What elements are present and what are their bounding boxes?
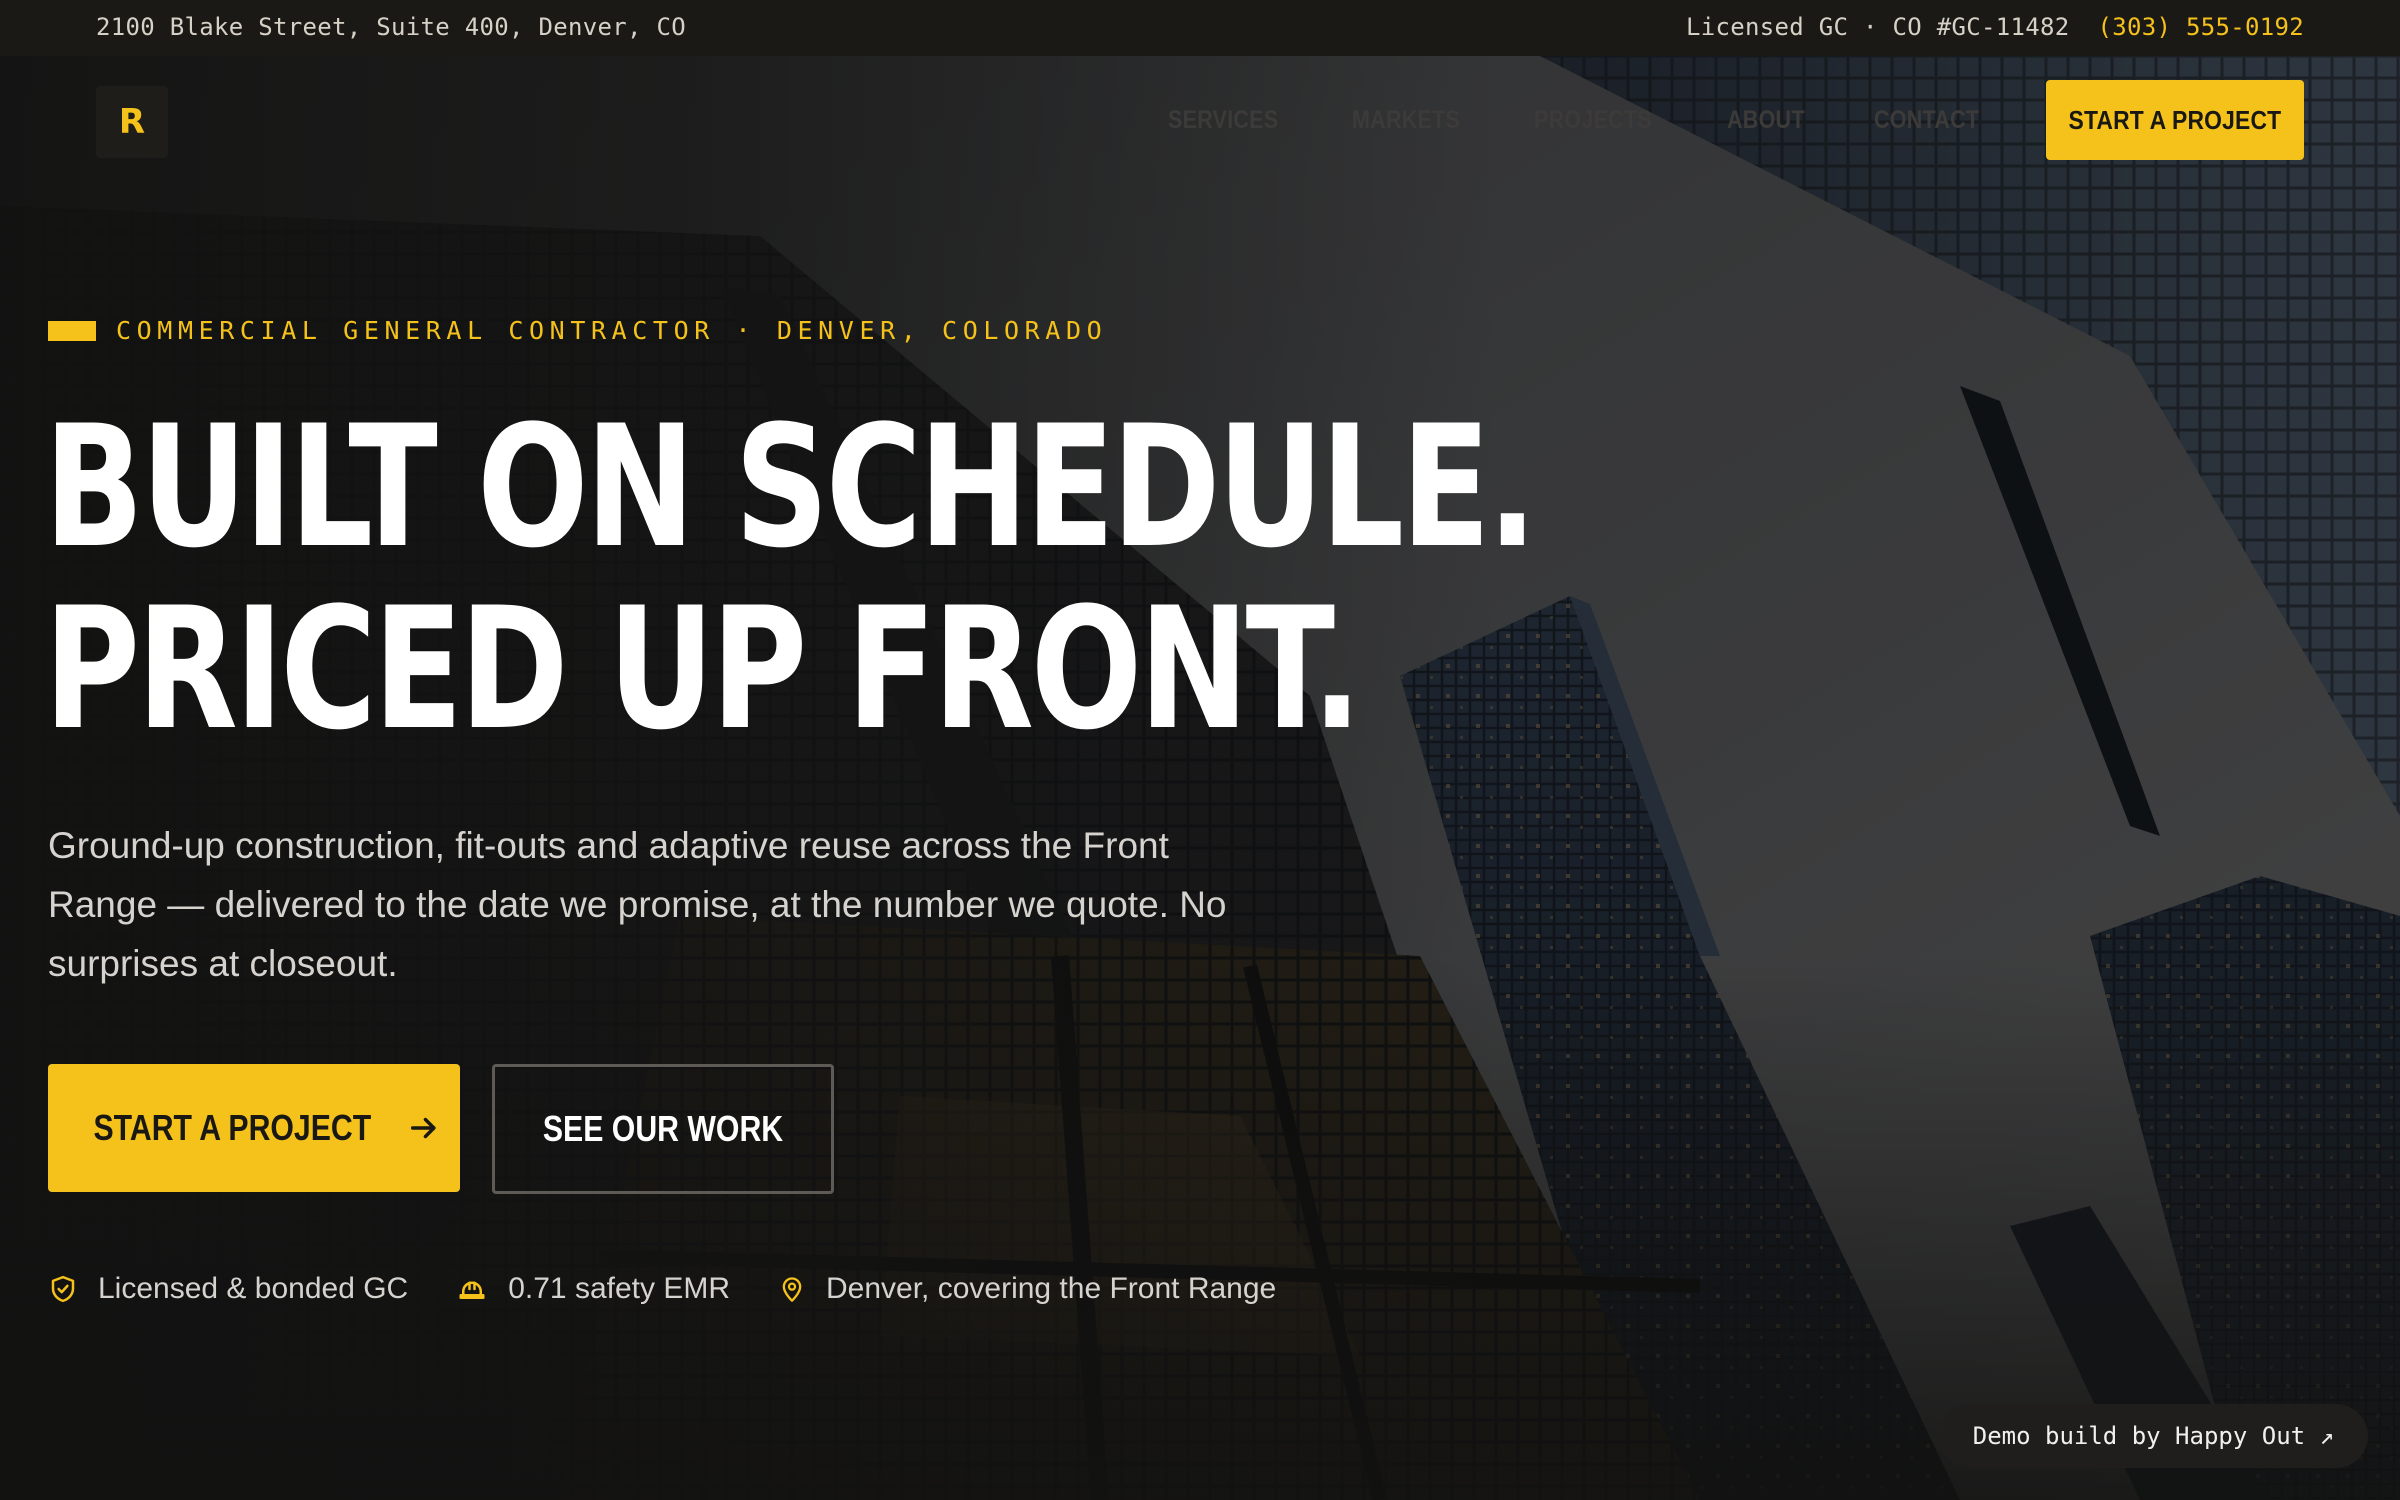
nav-link-projects[interactable]: PROJECTS <box>1534 106 1652 135</box>
phone-link[interactable]: (303) 555-0192 <box>2098 13 2305 41</box>
nav-link-markets[interactable]: MARKETS <box>1352 106 1460 135</box>
nav-start-project-button[interactable]: START A PROJECT <box>2046 80 2304 160</box>
see-our-work-label: SEE OUR WORK <box>542 1108 784 1149</box>
top-utility-bar: 2100 Blake Street, Suite 400, Denver, CO… <box>0 0 2400 56</box>
demo-build-link[interactable]: Demo build by Happy Out ↗ <box>1938 1404 2368 1468</box>
badge-licensed: Licensed & bonded GC <box>48 1272 408 1306</box>
hero-eyebrow: COMMERCIAL GENERAL CONTRACTOR · DENVER, … <box>48 316 1107 345</box>
badge-safety-label: 0.71 safety EMR <box>508 1272 730 1305</box>
headline-line-2: PRICED UP FRONT. <box>44 571 1362 767</box>
badge-location: Denver, covering the Front Range <box>778 1272 1276 1306</box>
headline-line-1: BUILT ON SCHEDULE. <box>44 389 1537 585</box>
nav-link-about[interactable]: ABOUT <box>1727 106 1805 135</box>
nav-cta-label: START A PROJECT <box>2068 104 2282 135</box>
start-project-label: START A PROJECT <box>93 1107 371 1148</box>
logo-letter: R <box>118 102 146 142</box>
nav-link-services[interactable]: SERVICES <box>1168 106 1278 135</box>
badge-location-label: Denver, covering the Front Range <box>825 1272 1277 1305</box>
see-our-work-button[interactable]: SEE OUR WORK <box>492 1064 834 1194</box>
nav-link-contact[interactable]: CONTACT <box>1874 106 1979 135</box>
badge-licensed-label: Licensed & bonded GC <box>98 1272 409 1305</box>
company-address: 2100 Blake Street, Suite 400, Denver, CO <box>96 13 686 41</box>
start-project-button[interactable]: START A PROJECT <box>48 1064 460 1192</box>
license-number: Licensed GC · CO #GC-11482 <box>1686 13 2070 41</box>
map-pin-icon <box>782 1277 802 1302</box>
eyebrow-accent-bar <box>48 320 96 341</box>
hero-trust-badges: Licensed & bonded GC 0.71 safety EMR Den… <box>48 1272 1324 1306</box>
main-navigation: R SERVICES MARKETS PROJECTS ABOUT CONTAC… <box>0 56 2400 184</box>
logo-mark[interactable]: R <box>96 86 168 158</box>
hero-headline: BUILT ON SCHEDULE. PRICED UP FRONT. <box>44 389 1537 767</box>
shield-check-icon <box>51 1275 75 1303</box>
hero-subtext: Ground-up construction, fit-outs and ada… <box>48 825 1227 984</box>
topbar-right: Licensed GC · CO #GC-11482 (303) 555-0192 <box>1686 13 2304 41</box>
arrow-right-icon <box>407 1111 441 1145</box>
badge-safety: 0.71 safety EMR <box>456 1272 730 1306</box>
hard-hat-icon <box>459 1281 485 1299</box>
nav-links: SERVICES MARKETS PROJECTS ABOUT CONTACT <box>1168 106 1996 135</box>
eyebrow-text: COMMERCIAL GENERAL CONTRACTOR · DENVER, … <box>116 316 1108 345</box>
